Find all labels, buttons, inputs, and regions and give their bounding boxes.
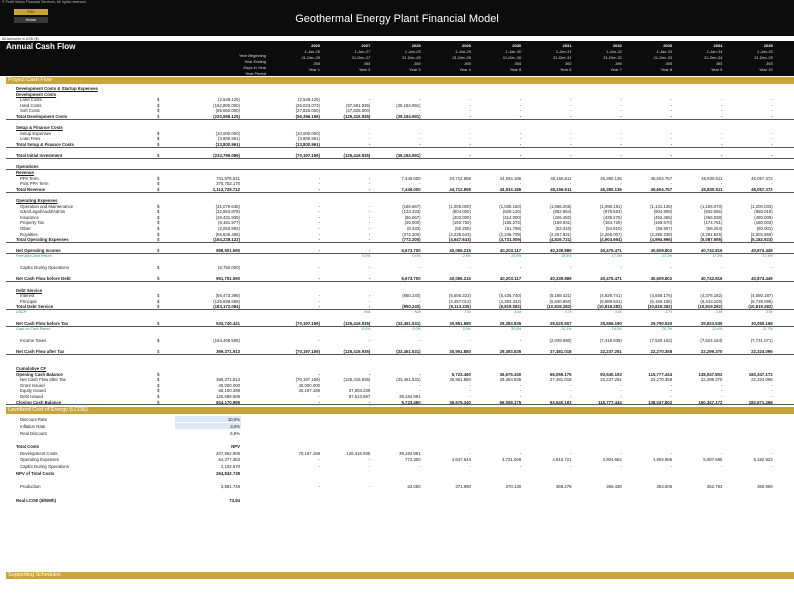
year-header-cell: 1-Jan-27: [354, 49, 371, 54]
year-header-cell: 31-Dec-26: [301, 55, 320, 60]
year-header-cell: 2033: [663, 43, 673, 48]
year-header-cell: Year 4: [459, 67, 471, 72]
year-header-cell: 2028: [411, 43, 421, 48]
lcoe-section-bar: Levelized Cost of Energy (LCOE): [6, 407, 794, 415]
lcoe-row-label: Real LCOE ($/MWh): [16, 497, 57, 503]
year-header-cell: 1-Jan-30: [505, 49, 522, 54]
page-title: Geothermal Energy Plant Financial Model: [295, 13, 499, 25]
year-header-cell: Year 6: [560, 67, 572, 72]
lcoe-row-total: 73,94: [229, 497, 240, 503]
year-header-cell: 365: [715, 61, 723, 66]
page-header: © Profit Vision Financial Services, All …: [0, 0, 794, 36]
year-header-cell: 31-Dec-28: [401, 55, 421, 60]
year-header-cell: 2029: [461, 43, 471, 48]
year-header-cell: 31-Dec-32: [603, 55, 622, 60]
year-header-cell: 31-Dec-30: [502, 55, 522, 60]
year-header-cell: 31-Dec-29: [452, 55, 471, 60]
year-header-cell: 2031: [562, 43, 572, 48]
year-header-cell: Year 11: [773, 67, 794, 72]
year-header-cell: 365: [665, 61, 673, 66]
year-header-cell: 1-Jan-33: [656, 49, 673, 54]
year-header-cell: 1-Jan-34: [706, 49, 723, 54]
year-header-cell: 1-Jan-26: [304, 49, 320, 54]
year-header-cell: 365: [464, 61, 471, 66]
year-header-cell: 31-Dec-35: [754, 55, 773, 60]
year-header-cell: Year 2: [358, 67, 371, 72]
year-header-cell: 366: [773, 61, 794, 66]
year-header-cell: 365: [766, 61, 773, 66]
project-cash-flow-section-bar: Project Cash Flow: [6, 77, 794, 84]
year-header-cell: 366: [413, 61, 421, 66]
year-header-cell: Year 10: [759, 67, 773, 72]
year-header-cell: 31-Dec-36: [773, 55, 794, 60]
year-header-row-label: Days in Year: [243, 65, 266, 70]
year-header-cell: 1-Jan-35: [756, 49, 773, 54]
lcoe-row: Real LCOE ($/MWh) 73,94: [0, 497, 794, 504]
year-header-cell: 1-Jan-36: [773, 49, 794, 54]
year-header-cell: 31-Dec-27: [351, 55, 371, 60]
year-header-cell: 365: [363, 61, 371, 66]
copyright-text: © Profit Vision Financial Services, All …: [2, 0, 87, 4]
supporting-schedules-section-bar: Supporting Schedules: [6, 572, 794, 579]
year-header-cell: 2027: [361, 43, 371, 48]
year-header-cell: 31-Dec-34: [703, 55, 723, 60]
year-header-cell: Year 3: [409, 67, 421, 72]
year-header-cell: Year 1: [308, 67, 320, 72]
year-header-cell: Year 5: [509, 67, 522, 72]
year-header-cell: 2032: [612, 43, 622, 48]
year-header-cell: Year 9: [710, 67, 723, 72]
year-header-cell: Year 8: [660, 67, 673, 72]
year-header-cell: 1-Jan-29: [455, 49, 471, 54]
year-header-row-label: Year Beginning: [238, 53, 266, 58]
year-header-cell: 365: [313, 61, 320, 66]
year-header-cell: 31-Dec-31: [552, 55, 572, 60]
year-header-cell: 1-Jan-28: [404, 49, 421, 54]
row-divider: [6, 404, 794, 406]
year-header-cell: 2034: [713, 43, 723, 48]
year-header-cell: 1-Jan-32: [606, 49, 622, 54]
year-header-cell: 2026: [311, 43, 320, 48]
year-header-row-label: Year Ending: [244, 59, 266, 64]
year-header-cell: 2030: [512, 43, 522, 48]
year-header-cell: 365: [514, 61, 522, 66]
year-header-cell: Year 7: [610, 67, 622, 72]
year-header-cell: 31-Dec-33: [653, 55, 673, 60]
year-header-cell: 1-Jan-31: [555, 49, 572, 54]
annual-cash-flow-title: Annual Cash Flow: [6, 42, 76, 51]
year-header-cell: 365: [564, 61, 572, 66]
year-header-cell: 366: [615, 61, 622, 66]
year-header-cell: 2035: [763, 43, 773, 48]
year-header-cell: 2036: [773, 43, 794, 48]
year-header-row-label: Year Period: [245, 71, 266, 76]
